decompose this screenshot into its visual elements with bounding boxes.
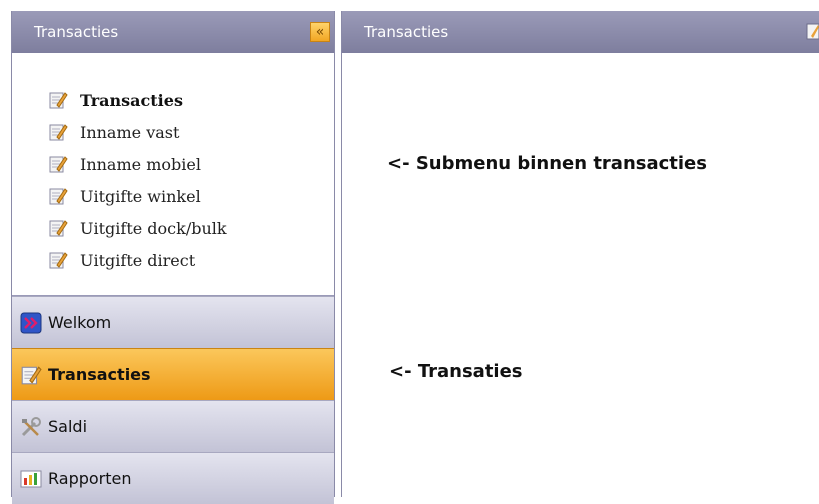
nav-annotation: <- Transaties (389, 361, 523, 382)
nav-button-transacties[interactable]: Transacties (12, 348, 334, 400)
app-window: Transacties « Transacties Inname vast In… (11, 11, 819, 504)
nav-button-saldi[interactable]: Saldi (12, 400, 334, 452)
edit-icon (48, 218, 68, 238)
submenu-item-uitgifte-direct[interactable]: Uitgifte direct (12, 244, 334, 276)
submenu-item-uitgifte-winkel[interactable]: Uitgifte winkel (12, 180, 334, 212)
edit-icon (48, 186, 68, 206)
nav-button-label: Rapporten (48, 469, 132, 488)
edit-icon (48, 122, 68, 142)
navigation-panel: Transacties « Transacties Inname vast In… (11, 11, 335, 504)
nav-button-label: Welkom (48, 313, 112, 332)
submenu-item-transacties[interactable]: Transacties (12, 84, 334, 116)
submenu-item-label: Inname mobiel (80, 154, 201, 174)
submenu-item-label: Uitgifte winkel (80, 186, 201, 206)
submenu-item-label: Uitgifte direct (80, 250, 196, 270)
submenu-item-label: Inname vast (80, 122, 180, 142)
content-panel-title: Transacties (364, 23, 449, 41)
submenu-item-uitgifte-dock-bulk[interactable]: Uitgifte dock/bulk (12, 212, 334, 244)
edit-icon (48, 90, 68, 110)
tools-icon (20, 416, 42, 438)
edit-icon (48, 250, 68, 270)
submenu-item-inname-mobiel[interactable]: Inname mobiel (12, 148, 334, 180)
submenu-item-inname-vast[interactable]: Inname vast (12, 116, 334, 148)
welcome-icon (20, 312, 42, 334)
report-icon (20, 468, 42, 490)
submenu-item-label: Uitgifte dock/bulk (80, 218, 227, 238)
collapse-panel-button[interactable]: « (310, 22, 330, 42)
submenu-annotation: <- Submenu binnen transacties (387, 153, 707, 174)
nav-button-label: Saldi (48, 417, 88, 436)
nav-button-rapporten[interactable]: Rapporten (12, 452, 334, 504)
content-panel-header: Transacties (342, 11, 819, 53)
edit-icon (805, 21, 819, 41)
content-panel: Transacties (341, 11, 819, 497)
transacties-submenu: Transacties Inname vast Inname mobiel Ui… (12, 53, 334, 296)
submenu-item-label: Transacties (80, 90, 183, 110)
edit-icon (48, 154, 68, 174)
navigation-panel-title: Transacties (34, 23, 119, 41)
navigation-panel-header: Transacties « (12, 11, 334, 53)
nav-button-welkom[interactable]: Welkom (12, 296, 334, 348)
edit-icon (20, 364, 42, 386)
nav-button-label: Transacties (48, 365, 151, 384)
